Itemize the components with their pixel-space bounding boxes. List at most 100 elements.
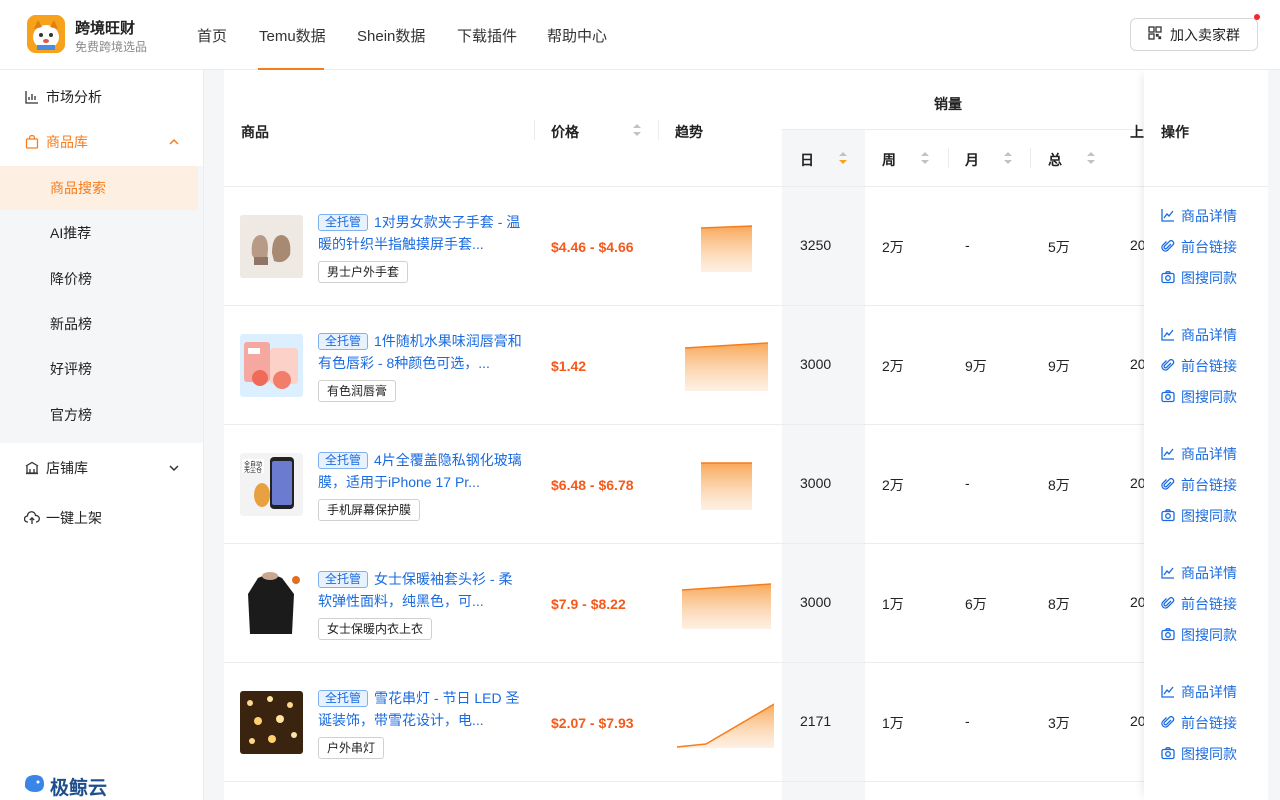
table-row: 全自动 无尘仓 全托管 4片全覆盖隐私钢化玻璃膜，适用于iPhone 17 Pr..… bbox=[224, 425, 1268, 544]
category-tag: 男士户外手套 bbox=[318, 261, 409, 283]
sort-icon[interactable] bbox=[632, 123, 642, 140]
image-search-link[interactable]: 图搜同款 bbox=[1161, 625, 1237, 645]
sort-icon[interactable] bbox=[1003, 151, 1013, 168]
sidebar-item-new-products[interactable]: 新品榜 bbox=[0, 302, 198, 346]
action-label: 前台链接 bbox=[1181, 477, 1237, 493]
sidebar-item-official[interactable]: 官方榜 bbox=[0, 393, 198, 437]
header-price[interactable]: 价格 bbox=[551, 122, 579, 142]
chevron-down-icon bbox=[168, 461, 180, 477]
sales-month: 9万 bbox=[965, 358, 987, 374]
product-name-link[interactable]: 全托管 4片全覆盖隐私钢化玻璃膜，适用于iPhone 17 Pr... bbox=[318, 449, 523, 493]
trend-sparkline bbox=[681, 583, 772, 629]
product-thumbnail[interactable]: 全自动 无尘仓 bbox=[240, 453, 303, 516]
header-price-label: 价格 bbox=[551, 124, 579, 140]
sidebar-item-top-rated[interactable]: 好评榜 bbox=[0, 347, 198, 391]
price-range: $4.46 - $4.66 bbox=[551, 239, 634, 255]
full-managed-badge: 全托管 bbox=[318, 333, 369, 350]
product-detail-link[interactable]: 商品详情 bbox=[1161, 444, 1237, 464]
image-search-link[interactable]: 图搜同款 bbox=[1161, 387, 1237, 407]
sales-day: 3000 bbox=[800, 594, 832, 610]
category-tag: 手机屏幕保护膜 bbox=[318, 499, 421, 521]
storefront-link[interactable]: 前台链接 bbox=[1161, 237, 1237, 257]
sidebar-item-price-drop[interactable]: 降价榜 bbox=[0, 257, 198, 301]
trend-sparkline bbox=[684, 342, 769, 391]
camera-icon bbox=[1161, 746, 1175, 763]
category-tag: 有色润唇膏 bbox=[318, 380, 397, 402]
sidebar-item-label: 一键上架 bbox=[46, 510, 102, 526]
image-search-link[interactable]: 图搜同款 bbox=[1161, 744, 1237, 764]
action-label: 图搜同款 bbox=[1181, 746, 1237, 762]
header-bottom-border bbox=[1144, 186, 1268, 187]
nav-temu-data[interactable]: Temu数据 bbox=[259, 25, 326, 46]
product-detail-link[interactable]: 商品详情 bbox=[1161, 325, 1237, 345]
action-label: 前台链接 bbox=[1181, 596, 1237, 612]
header-week[interactable]: 周 bbox=[882, 150, 896, 170]
storefront-link[interactable]: 前台链接 bbox=[1161, 594, 1237, 614]
table-row: 全托管 1对男女款夹子手套 - 温暖的针织半指触摸屏手套... 男士户外手套 $4… bbox=[224, 187, 1268, 306]
nav-download-plugin[interactable]: 下载插件 bbox=[457, 25, 517, 46]
nav-help-center[interactable]: 帮助中心 bbox=[547, 25, 607, 46]
product-thumbnail[interactable] bbox=[240, 215, 303, 278]
header-actions: 操作 bbox=[1161, 124, 1189, 140]
app-subtitle: 免费跨境选品 bbox=[75, 40, 148, 54]
sidebar-item-market-analysis[interactable]: 市场分析 bbox=[0, 74, 203, 120]
product-name-link[interactable]: 全托管 1对男女款夹子手套 - 温暖的针织半指触摸屏手套... bbox=[318, 211, 523, 255]
nav-shein-data[interactable]: Shein数据 bbox=[357, 25, 425, 46]
header-month[interactable]: 月 bbox=[965, 150, 979, 170]
paperclip-icon bbox=[1161, 596, 1175, 613]
product-detail-link[interactable]: 商品详情 bbox=[1161, 682, 1237, 702]
action-label: 商品详情 bbox=[1181, 208, 1237, 224]
sales-day: 2171 bbox=[800, 713, 832, 729]
header-week-label: 周 bbox=[882, 152, 896, 168]
product-detail-link[interactable]: 商品详情 bbox=[1161, 206, 1237, 226]
trend-sparkline bbox=[676, 703, 774, 748]
header-total[interactable]: 总 bbox=[1048, 150, 1062, 170]
line-chart-icon bbox=[1161, 327, 1175, 344]
sales-month: - bbox=[965, 237, 970, 253]
image-search-link[interactable]: 图搜同款 bbox=[1161, 268, 1237, 288]
sidebar-item-store-library[interactable]: 店铺库 bbox=[0, 445, 203, 491]
product-detail-link[interactable]: 商品详情 bbox=[1161, 563, 1237, 583]
category-tag: 户外串灯 bbox=[318, 737, 385, 759]
action-label: 商品详情 bbox=[1181, 446, 1237, 462]
qrcode-icon bbox=[1148, 26, 1162, 43]
product-thumbnail[interactable] bbox=[240, 334, 303, 397]
product-thumbnail[interactable] bbox=[240, 572, 303, 635]
header-divider bbox=[948, 148, 949, 168]
sidebar-item-one-click-listing[interactable]: 一键上架 bbox=[0, 495, 203, 541]
header-product: 商品 bbox=[241, 124, 269, 140]
header-day-label: 日 bbox=[800, 152, 814, 168]
product-name-link[interactable]: 全托管 雪花串灯 - 节日 LED 圣诞装饰，带雪花设计，电... bbox=[318, 687, 523, 731]
trend-sparkline bbox=[700, 225, 753, 272]
camera-icon bbox=[1161, 389, 1175, 406]
storefront-link[interactable]: 前台链接 bbox=[1161, 356, 1237, 376]
header-group-divider bbox=[782, 129, 1148, 130]
top-header: 跨境旺财 免费跨境选品 首页 Temu数据 Shein数据 下载插件 帮助中心 … bbox=[0, 0, 1280, 70]
sidebar-item-ai-recommend[interactable]: AI推荐 bbox=[0, 211, 198, 255]
header-divider bbox=[1030, 148, 1031, 168]
sidebar-item-product-library[interactable]: 商品库 bbox=[0, 119, 203, 165]
sales-total: 8万 bbox=[1048, 596, 1070, 612]
action-label: 商品详情 bbox=[1181, 327, 1237, 343]
product-name-link[interactable]: 全托管 1件随机水果味润唇膏和有色唇彩 - 8种颜色可选，... bbox=[318, 330, 523, 374]
camera-icon bbox=[1161, 508, 1175, 525]
price-range: $1.42 bbox=[551, 358, 587, 374]
product-thumbnail[interactable] bbox=[240, 691, 303, 754]
image-search-link[interactable]: 图搜同款 bbox=[1161, 506, 1237, 526]
sidebar-item-product-search[interactable]: 商品搜索 bbox=[0, 166, 198, 210]
sales-day: 3250 bbox=[800, 237, 832, 253]
storefront-link[interactable]: 前台链接 bbox=[1161, 475, 1237, 495]
app-logo[interactable] bbox=[27, 15, 65, 53]
sort-icon[interactable] bbox=[1086, 151, 1096, 168]
price-range: $6.48 - $6.78 bbox=[551, 477, 634, 493]
join-seller-group-button[interactable]: 加入卖家群 bbox=[1130, 18, 1258, 51]
sales-week: 2万 bbox=[882, 477, 904, 493]
sort-icon[interactable] bbox=[920, 151, 930, 168]
trend-sparkline bbox=[701, 462, 752, 510]
nav-home[interactable]: 首页 bbox=[197, 25, 227, 46]
sort-desc-active-icon[interactable] bbox=[838, 151, 848, 168]
storefront-link[interactable]: 前台链接 bbox=[1161, 713, 1237, 733]
header-day[interactable]: 日 bbox=[800, 150, 814, 170]
product-name-link[interactable]: 全托管 女士保暖袖套头衫 - 柔软弹性面料，纯黑色，可... bbox=[318, 568, 523, 612]
action-label: 前台链接 bbox=[1181, 715, 1237, 731]
